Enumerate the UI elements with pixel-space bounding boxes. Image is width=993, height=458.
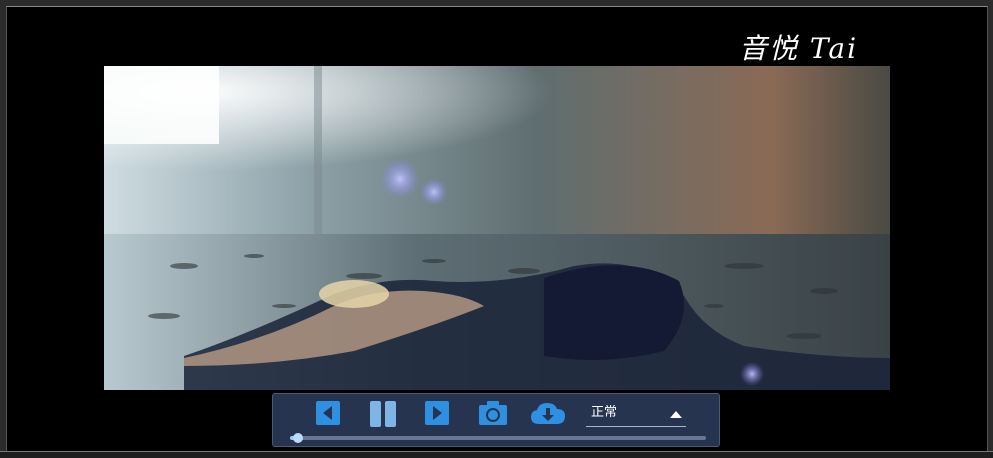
skip-forward-button[interactable] [424,400,450,426]
video-scene-image [104,66,890,390]
pause-icon [370,401,396,427]
camera-icon [479,401,507,425]
playback-speed-value: 正常 [591,405,618,420]
pause-button[interactable] [368,400,398,427]
watermark-logo: 音悦 Tai [739,32,859,65]
video-frame[interactable] [104,66,890,390]
caret-up-icon [669,406,683,426]
skip-back-icon [316,401,340,425]
cloud-download-icon [531,403,565,424]
progress-handle[interactable] [293,433,304,443]
player-window: 音悦 Tai 正常 [0,0,993,458]
player-control-bar: 正常 [272,393,720,447]
skip-back-button[interactable] [315,400,341,426]
playback-speed-select[interactable]: 正常 [586,403,686,427]
progress-track[interactable] [290,433,706,443]
skip-forward-icon [425,401,449,425]
download-button[interactable] [530,400,566,426]
screenshot-button[interactable] [478,400,508,426]
